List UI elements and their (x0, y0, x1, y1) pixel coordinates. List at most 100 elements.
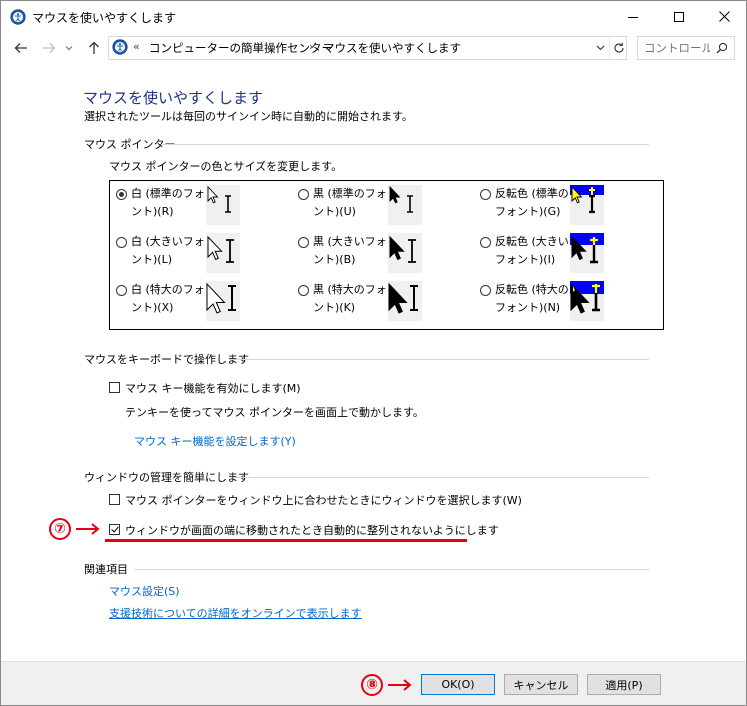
up-button[interactable] (84, 39, 104, 57)
pointer-preview-invert-small (570, 185, 604, 225)
radio-invert-small[interactable] (480, 189, 491, 200)
hover-activate-checkbox[interactable] (109, 494, 120, 505)
chevron-down-icon (65, 46, 73, 51)
arrow-cursor-icon (206, 282, 226, 314)
section-divider (161, 144, 649, 145)
text-cursor-icon (228, 285, 236, 311)
recent-locations-button[interactable] (63, 39, 75, 57)
search-button[interactable] (714, 40, 730, 56)
mouse-settings-link[interactable]: マウス設定(S) (109, 583, 180, 599)
text-cursor-icon (410, 285, 418, 311)
breadcrumb-overflow[interactable]: « (133, 40, 140, 53)
step-7-marker: ⑦ (49, 518, 71, 540)
ease-of-access-icon (112, 39, 128, 55)
breadcrumb-separator: › (309, 40, 314, 53)
text-cursor-icon (589, 194, 595, 214)
text-cursor-icon (407, 195, 413, 213)
minimize-icon (628, 16, 638, 18)
step-8-marker: ⑧ (361, 674, 383, 696)
arrow-cursor-icon (389, 185, 401, 204)
mouse-keys-label[interactable]: マウス キー機能を有効にします(M) (125, 380, 301, 396)
radio-invert-large[interactable] (480, 237, 491, 248)
address-history-button[interactable] (593, 40, 607, 56)
prevent-snap-checkbox[interactable] (109, 524, 120, 535)
close-icon (718, 11, 730, 22)
radio-invert-xlarge[interactable] (480, 285, 491, 296)
keyboard-section-heading: マウスをキーボードで操作します (84, 353, 249, 366)
text-cursor-icon (225, 195, 231, 213)
minimize-button[interactable] (610, 1, 656, 32)
pointer-option-label: 反転色 (大きいフォント)(I) (495, 235, 569, 266)
page-title: マウスを使いやすくします (83, 89, 264, 107)
hover-activate-label[interactable]: マウス ポインターをウィンドウ上に合わせたときにウィンドウを選択します(W) (125, 492, 522, 508)
pointer-preview-black-xlarge (388, 281, 422, 321)
pointer-option-label: 黒 (標準のフォント)(U) (313, 187, 387, 218)
breadcrumb-ease-of-access-center[interactable]: コンピューターの簡単操作センター (149, 40, 333, 56)
annotation-underline (105, 539, 467, 542)
text-cursor-icon (408, 239, 416, 263)
address-bar[interactable]: « コンピューターの簡単操作センター › マウスを使いやすくします (108, 36, 627, 60)
setup-mouse-keys-link[interactable]: マウス キー機能を設定します(Y) (134, 433, 296, 449)
annotation-arrow-icon (388, 679, 412, 691)
dialog-footer: ⑧ OK(O) キャンセル 適用(P) (1, 661, 746, 705)
radio-white-xlarge[interactable] (116, 285, 127, 296)
chevron-down-icon (596, 45, 604, 51)
forward-arrow-icon (43, 43, 56, 53)
maximize-button[interactable] (656, 1, 702, 32)
pointer-option-label: 白 (標準のフォント)(R) (131, 187, 205, 218)
radio-white-small[interactable] (116, 189, 127, 200)
breadcrumb-current[interactable]: マウスを使いやすくします (323, 40, 461, 56)
pointer-option-label: 白 (特大のフォント)(X) (131, 283, 205, 314)
pointer-option-label: 黒 (特大のフォント)(K) (313, 283, 387, 314)
close-button[interactable] (701, 1, 746, 32)
radio-white-large[interactable] (116, 237, 127, 248)
refresh-icon (614, 42, 624, 53)
radio-black-large[interactable] (298, 237, 309, 248)
pointer-preview-invert-xlarge (570, 281, 604, 321)
text-cursor-icon (226, 239, 234, 263)
radio-black-xlarge[interactable] (298, 285, 309, 296)
pointer-preview-white-xlarge (206, 281, 240, 321)
annotation-arrow-icon (76, 523, 100, 535)
search-box[interactable] (637, 36, 735, 60)
pointer-preview-white-large (206, 233, 240, 273)
refresh-button[interactable] (612, 40, 626, 56)
back-arrow-icon (14, 43, 27, 53)
pointer-preview-black-large (388, 233, 422, 273)
search-input[interactable] (644, 40, 710, 56)
arrow-cursor-icon (389, 235, 405, 261)
up-arrow-icon (89, 41, 99, 54)
pointer-preview-white-small (206, 185, 240, 225)
search-icon (716, 42, 728, 54)
mouse-ease-window: マウスを使いやすくします « コンピューターの簡単操作センター › マウスを使い… (0, 0, 747, 706)
arrow-cursor-icon (388, 282, 408, 314)
related-section-heading: 関連項目 (84, 563, 128, 576)
prevent-snap-label[interactable]: ウィンドウが画面の端に移動されたとき自動的に整列されないようにします (125, 522, 499, 538)
cancel-button[interactable]: キャンセル (504, 674, 578, 695)
pointer-preview-black-small (388, 185, 422, 225)
address-divider (609, 37, 610, 59)
pointer-scheme-group: 白 (標準のフォント)(R) 黒 (標準のフォント)(U) 反転色 (標準のフォ… (109, 180, 664, 330)
pointer-option-label: 白 (大きいフォント)(L) (131, 235, 205, 266)
apply-button[interactable]: 適用(P) (587, 674, 661, 695)
ease-of-access-icon (10, 9, 26, 25)
pointer-preview-invert-large (570, 233, 604, 273)
title-bar: マウスを使いやすくします (1, 1, 746, 32)
arrow-cursor-icon (207, 235, 223, 261)
navigation-bar: « コンピューターの簡単操作センター › マウスを使いやすくします (1, 32, 746, 64)
mouse-keys-checkbox[interactable] (109, 382, 120, 393)
pointer-option-label: 反転色 (標準のフォント)(G) (495, 187, 569, 218)
radio-black-small[interactable] (298, 189, 309, 200)
mouse-keys-description: テンキーを使ってマウス ポインターを画面上で動かします。 (125, 406, 424, 419)
pointer-option-label: 反転色 (特大のフォント)(N) (495, 283, 569, 314)
maximize-icon (674, 11, 684, 22)
window-title: マウスを使いやすくします (32, 11, 177, 25)
section-divider (233, 477, 649, 478)
arrow-cursor-icon (207, 185, 219, 204)
forward-button[interactable] (39, 39, 59, 57)
back-button[interactable] (11, 39, 31, 57)
section-divider (229, 359, 649, 360)
ok-button[interactable]: OK(O) (421, 674, 495, 695)
assistive-tech-online-link[interactable]: 支援技術についての詳細をオンラインで表示します (109, 605, 362, 621)
page-subtitle: 選択されたツールは毎回のサインイン時に自動的に開始されます。 (84, 110, 413, 123)
